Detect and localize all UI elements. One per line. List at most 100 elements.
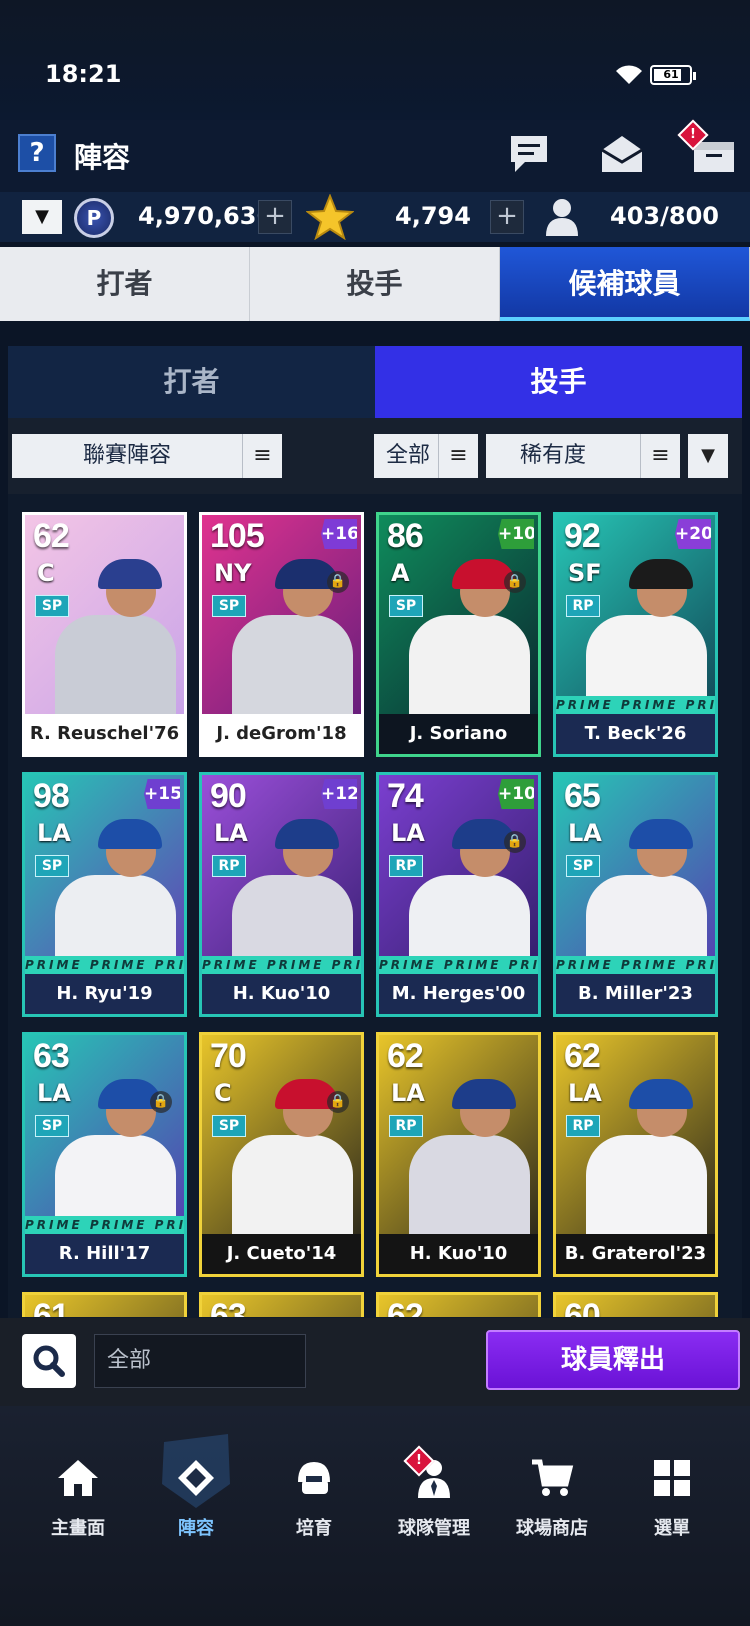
wifi-icon — [616, 65, 642, 84]
player-name: H. Kuo'10 — [202, 974, 361, 1014]
player-card[interactable]: 62 LA RP B. Graterol'23 — [553, 1032, 718, 1277]
scope-filter-label: 全部 — [386, 443, 431, 468]
player-name: T. Beck'26 — [556, 714, 715, 754]
search-button[interactable] — [22, 1334, 76, 1388]
subtab-batters[interactable]: 打者 — [8, 346, 375, 418]
cart-icon — [532, 1459, 574, 1496]
card-overall-rating: 74 — [387, 777, 424, 815]
help-button[interactable]: ? — [18, 134, 56, 172]
player-card[interactable]: 90 LA RP +12 PRIME PRIME PRIME PRIMEH. Kuo'1… — [199, 772, 364, 1017]
points-coin-icon: P — [74, 198, 114, 238]
stars-value: 4,794 — [395, 202, 471, 230]
team-logo: A — [391, 559, 410, 587]
currency-bar: ▼ P 4,970,636 + 4,794 + 403/800 — [0, 192, 750, 242]
player-card[interactable]: 65 LA SP PRIME PRIME PRIME PRIMEB. Miller'2… — [553, 772, 718, 1017]
player-card[interactable]: 98 LA SP +15 PRIME PRIME PRIME PRIMEH. Ryu'1… — [22, 772, 187, 1017]
prime-ribbon: PRIME PRIME PRIME PRIME — [556, 956, 715, 974]
nav-shop[interactable]: 球場商店 — [492, 1456, 612, 1566]
player-card[interactable]: 70 C SP 🔒 J. Cueto'14 — [199, 1032, 364, 1277]
player-card[interactable]: 86 A SP +10 🔒 J. Soriano — [376, 512, 541, 757]
status-bar: 18:21 61 — [0, 0, 750, 120]
lock-icon: 🔒 — [150, 1091, 172, 1113]
card-overall-rating: 70 — [210, 1037, 247, 1075]
position-badge: SP — [35, 595, 69, 617]
search-bar: 全部 球員釋出 — [0, 1318, 750, 1406]
team-logo: LA — [391, 1079, 425, 1107]
player-card[interactable]: 60 — [553, 1292, 718, 1317]
tab-pitchers[interactable]: 投手 — [250, 247, 500, 321]
team-logo: NY — [214, 559, 252, 587]
prime-ribbon: PRIME PRIME PRIME PRIME — [25, 956, 184, 974]
add-points-button[interactable]: + — [258, 200, 292, 234]
sort-order-dropdown[interactable]: ▼ — [688, 434, 728, 478]
team-logo: LA — [568, 1079, 602, 1107]
search-input[interactable]: 全部 — [94, 1334, 306, 1388]
position-badge: SP — [566, 855, 600, 877]
filter-row: 聯賽陣容 ≡ 全部 ≡ 稀有度 ≡ ▼ — [8, 418, 742, 494]
player-portrait — [409, 1075, 530, 1234]
nav-team-management[interactable]: ! 球隊管理 — [374, 1445, 494, 1566]
nav-training[interactable]: 培育 — [254, 1456, 374, 1566]
player-card[interactable]: 61 — [22, 1292, 187, 1317]
helmet-icon — [298, 1462, 330, 1494]
team-logo: LA — [37, 819, 71, 847]
scope-filter-button[interactable]: 全部 ≡ — [374, 434, 478, 478]
star-icon — [306, 194, 354, 240]
player-card[interactable]: 105 NY SP +16 🔒 J. deGrom'18 — [199, 512, 364, 757]
sort-filter-button[interactable]: 稀有度 ≡ — [486, 434, 680, 478]
enhancement-badge: +16 — [321, 519, 357, 549]
player-name: H. Kuo'10 — [379, 1234, 538, 1274]
player-portrait — [55, 815, 176, 974]
player-card[interactable]: 62 LA RP H. Kuo'10 — [376, 1032, 541, 1277]
card-overall-rating: 62 — [33, 517, 70, 555]
player-card[interactable]: 63 — [199, 1292, 364, 1317]
player-card[interactable]: 92 SF RP +20 PRIME PRIME PRIME PRIMET. Beck'… — [553, 512, 718, 757]
position-badge: RP — [389, 855, 423, 877]
nav-menu[interactable]: 選單 — [612, 1456, 732, 1566]
card-overall-rating: 62 — [564, 1037, 601, 1075]
bottom-navigation: 主畫面 陣容 培育 ! 球隊管理 球場商店 選單 — [0, 1406, 750, 1626]
currency-dropdown-button[interactable]: ▼ — [22, 200, 62, 234]
card-overall-rating: 63 — [210, 1297, 247, 1317]
tab-reserves[interactable]: 候補球員 — [500, 247, 750, 321]
menu-icon: ≡ — [242, 434, 282, 478]
card-overall-rating: 98 — [33, 777, 70, 815]
position-badge: RP — [566, 1115, 600, 1137]
card-overall-rating: 61 — [33, 1297, 70, 1317]
position-badge: SP — [212, 595, 246, 617]
tab-batters[interactable]: 打者 — [0, 247, 250, 321]
nav-lineup[interactable]: 陣容 — [136, 1434, 256, 1566]
player-name: R. Reuschel'76 — [25, 714, 184, 754]
card-overall-rating: 105 — [210, 517, 265, 555]
prime-ribbon: PRIME PRIME PRIME PRIME — [556, 696, 715, 714]
card-overall-rating: 62 — [387, 1297, 424, 1317]
position-badge: RP — [389, 1115, 423, 1137]
add-stars-button[interactable]: + — [490, 200, 524, 234]
battery-level: 61 — [663, 68, 679, 81]
league-filter-button[interactable]: 聯賽陣容 ≡ — [12, 434, 282, 478]
prime-ribbon: PRIME PRIME PRIME PRIME — [379, 956, 538, 974]
card-overall-rating: 63 — [33, 1037, 70, 1075]
player-card[interactable]: 62 C SP R. Reuschel'76 — [22, 512, 187, 757]
player-name: J. Soriano — [379, 714, 538, 754]
grid-menu-icon — [654, 1460, 690, 1496]
search-icon — [33, 1345, 65, 1377]
card-overall-rating: 65 — [564, 777, 601, 815]
nav-home[interactable]: 主畫面 — [18, 1456, 138, 1566]
player-silhouette-icon — [546, 199, 578, 236]
lock-icon: 🔒 — [327, 571, 349, 593]
chat-icon[interactable] — [505, 130, 553, 178]
player-card[interactable]: 62 — [376, 1292, 541, 1317]
team-logo: LA — [37, 1079, 71, 1107]
position-badge: SP — [35, 1115, 69, 1137]
points-value: 4,970,636 — [138, 202, 274, 230]
player-card[interactable]: 63 LA SP 🔒 PRIME PRIME PRIME PRIMER. Hill'17 — [22, 1032, 187, 1277]
mail-icon[interactable] — [598, 130, 646, 178]
nav-label: 球隊管理 — [398, 1518, 470, 1539]
player-card[interactable]: 74 LA RP +10 🔒 PRIME PRIME PRIME PRIMEM. Herg… — [376, 772, 541, 1017]
release-player-button[interactable]: 球員釋出 — [486, 1330, 740, 1390]
prime-ribbon: PRIME PRIME PRIME PRIME — [202, 956, 361, 974]
diamond-field-icon — [178, 1460, 214, 1496]
player-portrait — [232, 815, 353, 974]
subtab-pitchers[interactable]: 投手 — [375, 346, 742, 418]
